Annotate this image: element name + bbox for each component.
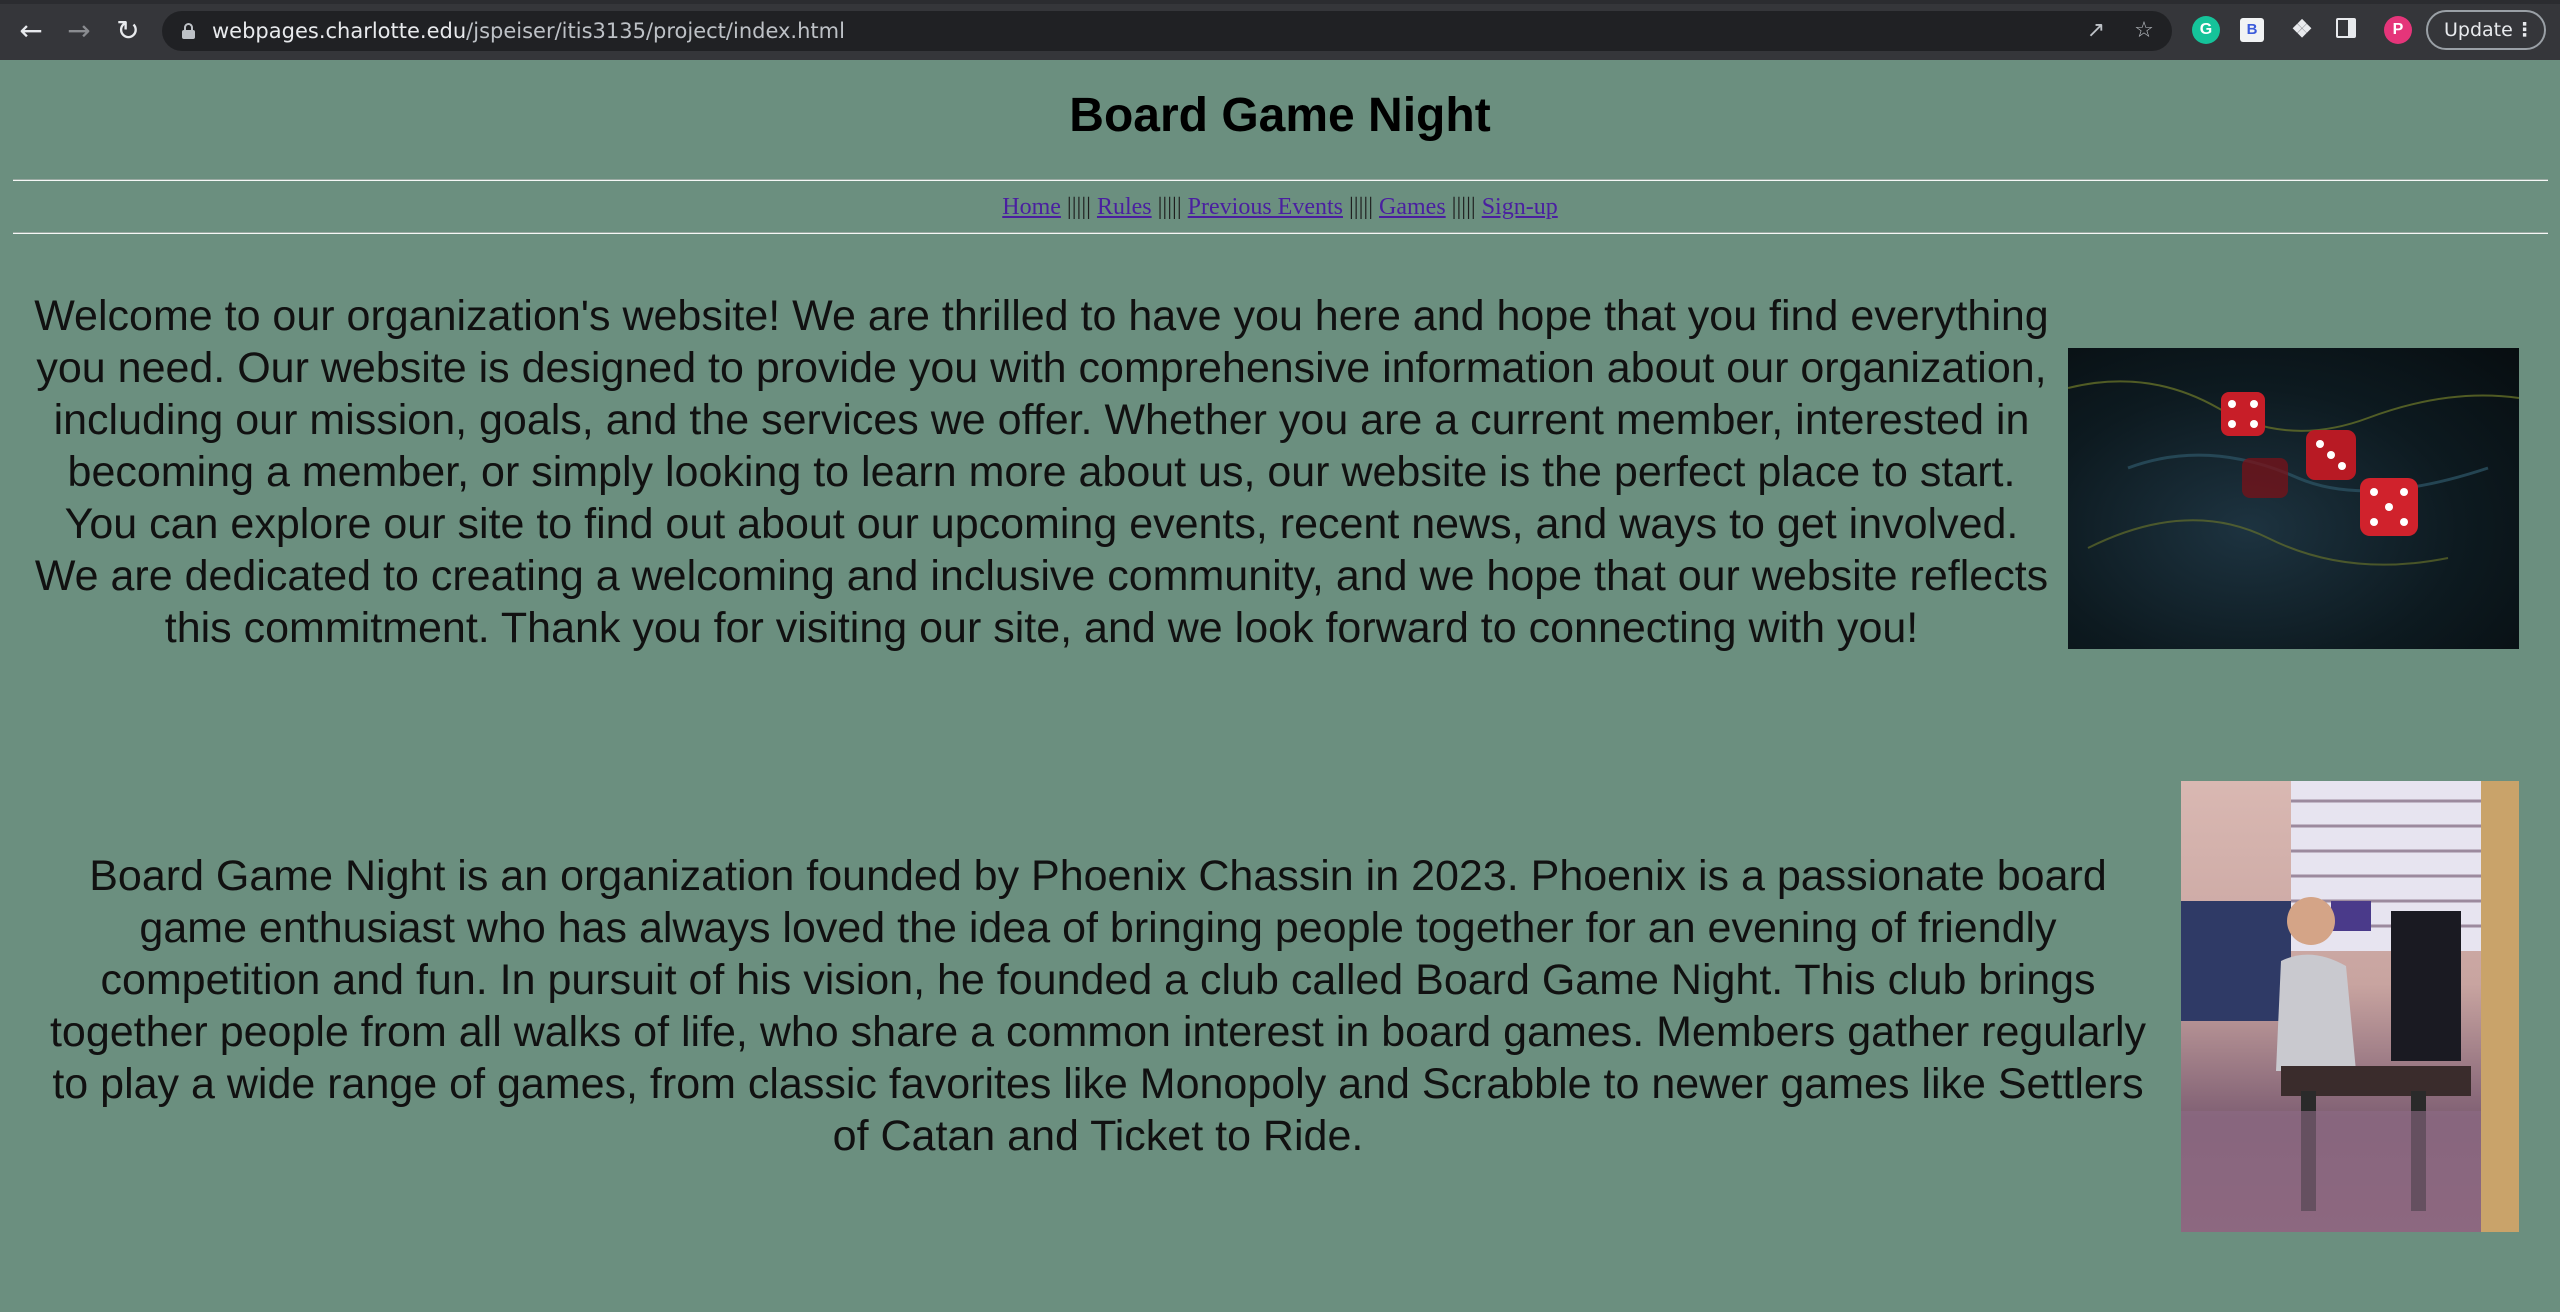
divider-top [13,179,2548,181]
profile-avatar[interactable]: P [2384,16,2412,44]
page-title: Board Game Night [1069,89,1491,142]
update-button[interactable]: Update ⋮ [2426,10,2546,50]
founder-photo [2181,781,2519,1232]
welcome-paragraph: Welcome to our organization's website! W… [34,292,2049,652]
share-icon[interactable]: ↗ [2082,17,2110,45]
nav-separator: ||||| [1445,194,1482,220]
profile-initial: P [2392,21,2404,38]
nav-link-rules[interactable]: Rules [1097,194,1152,220]
side-panel-icon[interactable] [2336,18,2356,38]
dice-on-map-image [2068,348,2519,649]
lock-icon[interactable] [182,23,195,39]
url-host: webpages.charlotte.edu [212,19,467,43]
nav-separator: ||||| [1151,194,1188,220]
about-paragraph: Board Game Night is an organization foun… [49,852,2147,1160]
address-bar[interactable]: webpages.charlotte.edu/jspeiser/itis3135… [162,11,2172,51]
extensions-puzzle-icon[interactable]: ❖ [2288,16,2316,44]
grammarly-extension-icon[interactable]: G [2192,16,2220,44]
tab-strip-edge [0,0,2560,4]
url-text[interactable]: webpages.charlotte.edu/jspeiser/itis3135… [212,11,845,51]
bookmark-star-icon[interactable]: ☆ [2130,17,2158,45]
more-menu-icon[interactable]: ⋮ [2515,12,2534,48]
b-extension-icon[interactable]: B [2240,18,2264,42]
site-navigation: Home ||||| Rules ||||| Previous Events |… [0,190,2560,224]
nav-link-games[interactable]: Games [1379,194,1446,220]
nav-link-previous-events[interactable]: Previous Events [1188,194,1343,220]
nav-separator: ||||| [1342,194,1380,220]
grammarly-initial: G [2199,21,2213,38]
nav-link-sign-up[interactable]: Sign-up [1482,194,1558,220]
forward-arrow-icon[interactable]: → [62,14,96,48]
back-arrow-icon[interactable]: ← [14,14,48,48]
url-path: /jspeiser/itis3135/project/index.html [466,19,845,43]
update-label: Update [2444,19,2513,41]
nav-link-home[interactable]: Home [1002,194,1061,220]
browser-toolbar: ← → ↻ webpages.charlotte.edu/jspeiser/it… [0,0,2560,60]
nav-separator: ||||| [1060,194,1097,220]
reload-icon[interactable]: ↻ [111,14,145,48]
divider-bottom [13,232,2548,234]
b-extension-initial: B [2246,21,2258,38]
